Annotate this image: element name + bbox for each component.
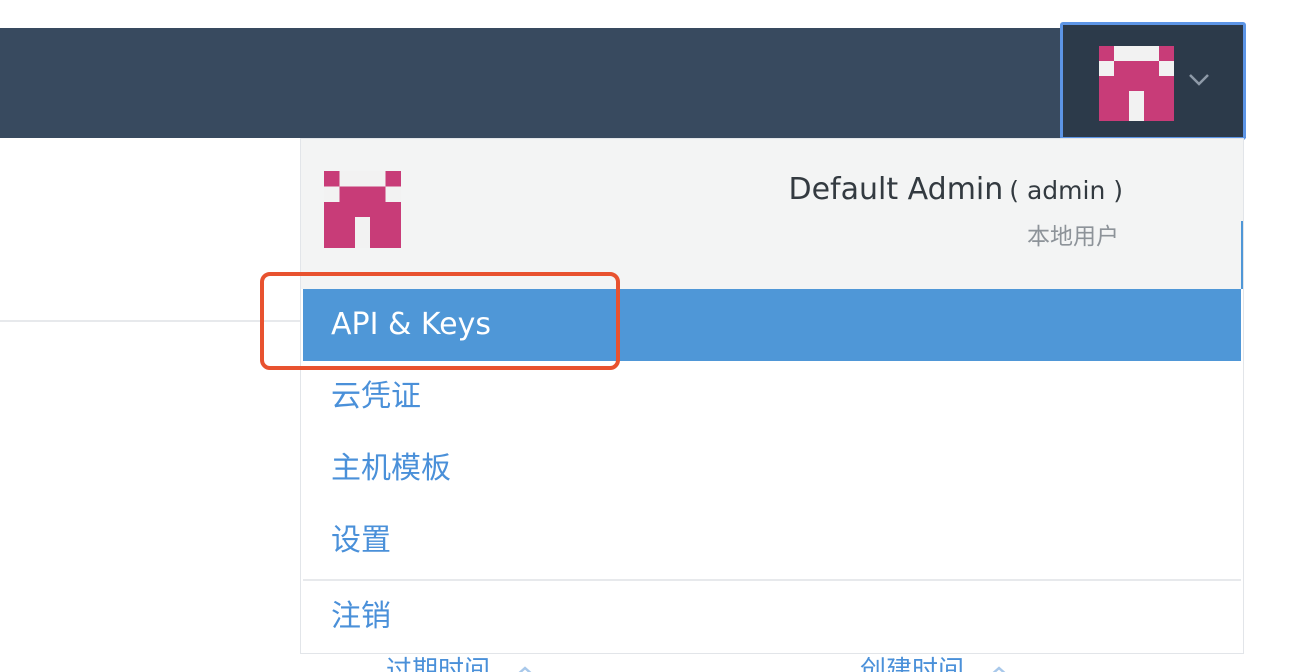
user-avatar-icon [324,171,401,248]
user-display-name: Default Admin( admin ) [789,172,1124,207]
menu-item-settings[interactable]: 设置 [303,505,1241,577]
user-login-name: ( admin ) [1009,176,1123,205]
user-avatar-icon [1099,46,1174,121]
content-divider [0,320,302,322]
sort-asc-icon [518,665,533,672]
user-menu-toggle[interactable] [1060,22,1246,140]
menu-item-host-templates[interactable]: 主机模板 [303,433,1241,505]
header-accent-bar [1241,221,1243,289]
user-type-label: 本地用户 [1027,224,1119,250]
menu-item-logout[interactable]: 注销 [303,581,1241,653]
chevron-down-icon [1189,74,1209,86]
user-info-header: Default Admin( admin ) 本地用户 [301,139,1243,289]
sort-asc-icon [992,665,1007,672]
user-full-name: Default Admin [788,172,1004,207]
menu-item-cloud-credentials[interactable]: 云凭证 [303,361,1241,433]
user-dropdown-menu: Default Admin( admin ) 本地用户 API & Keys 云… [300,138,1244,654]
annotation-highlight-box [260,272,620,370]
